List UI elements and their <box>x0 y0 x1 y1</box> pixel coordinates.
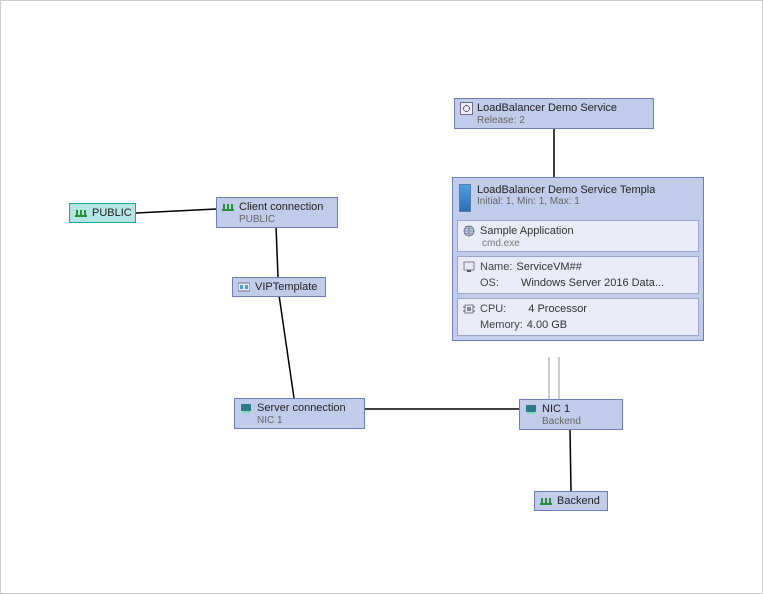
node-nic1-label: NIC 1 <box>542 403 570 415</box>
node-nic1-sub: Backend <box>520 416 622 429</box>
node-lb-service-label: LoadBalancer Demo Service <box>477 102 617 114</box>
service-icon <box>459 101 473 115</box>
node-client-connection[interactable]: Client connection PUBLIC <box>216 197 338 228</box>
panel-hw[interactable]: CPU: 4 Processor Memory: 4.00 GB <box>457 298 699 336</box>
vip-icon <box>237 280 251 294</box>
service-template-title: LoadBalancer Demo Service Templa <box>477 184 655 196</box>
node-vip-template-label: VIPTemplate <box>255 281 317 293</box>
node-backend[interactable]: Backend <box>534 491 608 511</box>
mem-label: Memory: <box>480 319 523 331</box>
node-server-connection-label: Server connection <box>257 402 346 414</box>
network-icon <box>221 200 235 214</box>
globe-icon <box>462 224 476 238</box>
diagram-frame: PUBLIC Client connection PUBLIC VIPTempl… <box>0 0 763 594</box>
node-server-connection-sub: NIC 1 <box>235 415 364 428</box>
mem-value: 4.00 GB <box>527 319 567 331</box>
network-icon <box>74 206 88 220</box>
nic-icon <box>524 402 538 416</box>
node-vip-template[interactable]: VIPTemplate <box>232 277 326 297</box>
node-service-template[interactable]: LoadBalancer Demo Service Templa Initial… <box>452 177 704 341</box>
node-backend-label: Backend <box>557 495 600 507</box>
node-public-label: PUBLIC <box>92 207 132 219</box>
node-client-connection-label: Client connection <box>239 201 323 213</box>
node-nic1[interactable]: NIC 1 Backend <box>519 399 623 430</box>
cpu-icon <box>462 302 476 316</box>
node-public[interactable]: PUBLIC <box>69 203 136 223</box>
vm-os-value: Windows Server 2016 Data... <box>521 277 664 289</box>
panel-application[interactable]: Sample Application cmd.exe <box>457 220 699 252</box>
nic-icon <box>239 401 253 415</box>
cpu-label: CPU: <box>480 303 506 315</box>
vm-name-label: Name: <box>480 261 512 273</box>
vm-name-value: ServiceVM## <box>516 261 581 273</box>
app-name: Sample Application <box>480 225 574 237</box>
vm-icon <box>462 260 476 274</box>
network-icon <box>539 494 553 508</box>
vm-bar-icon <box>459 184 471 212</box>
cpu-value: 4 Processor <box>528 303 587 315</box>
service-template-scale: Initial: 1, Min: 1, Max: 1 <box>477 196 655 207</box>
node-lb-service[interactable]: LoadBalancer Demo Service Release: 2 <box>454 98 654 129</box>
node-client-connection-sub: PUBLIC <box>217 214 337 227</box>
node-lb-service-sub: Release: 2 <box>455 115 653 128</box>
vm-os-label: OS: <box>480 277 499 289</box>
node-server-connection[interactable]: Server connection NIC 1 <box>234 398 365 429</box>
panel-vm[interactable]: Name: ServiceVM## OS: Windows Server 201… <box>457 256 699 294</box>
app-exe: cmd.exe <box>462 238 694 249</box>
